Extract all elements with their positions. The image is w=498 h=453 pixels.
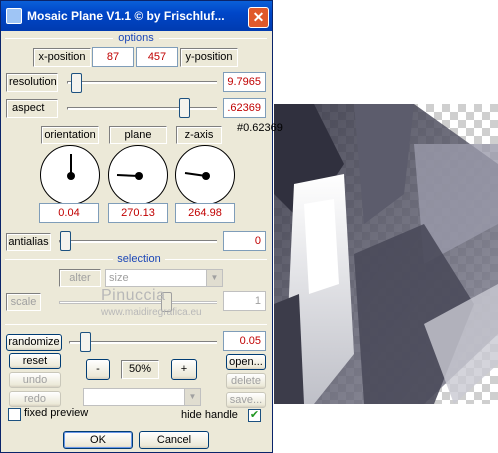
controls-divider xyxy=(5,324,267,325)
antialias-slider-track[interactable] xyxy=(59,240,217,243)
undo-button[interactable]: undo xyxy=(9,372,61,388)
ok-button[interactable]: OK xyxy=(63,431,133,449)
plane-label: plane xyxy=(109,126,167,144)
chevron-down-icon: ▼ xyxy=(184,389,200,405)
mosaic-preview-image xyxy=(274,104,498,404)
orientation-field[interactable]: 0.04 xyxy=(39,203,99,223)
selection-size-select[interactable]: size ▼ xyxy=(105,269,223,287)
x-position-label: x-position xyxy=(33,48,91,67)
aspect-slider-handle[interactable] xyxy=(179,98,190,118)
zoom-in-button[interactable]: + xyxy=(171,359,197,380)
watermark-name: Pinuccia xyxy=(101,287,166,304)
selection-size-value: size xyxy=(109,272,129,284)
watermark-url: www.maidiregrafica.eu xyxy=(101,307,202,318)
fixed-preview-checkbox[interactable] xyxy=(8,408,21,421)
hide-handle-label: hide handle xyxy=(181,409,238,421)
scale-label: scale xyxy=(6,293,41,311)
antialias-slider-handle[interactable] xyxy=(60,231,71,251)
scale-field[interactable]: 1 xyxy=(223,291,266,311)
randomize-button[interactable]: randomize xyxy=(6,334,62,351)
options-section-title: options xyxy=(113,32,159,44)
orientation-dial-needle xyxy=(67,154,75,180)
preset-select[interactable]: ▼ xyxy=(83,388,201,406)
reset-button[interactable]: reset xyxy=(9,353,61,369)
z-axis-field[interactable]: 264.98 xyxy=(175,203,235,223)
zoom-out-button[interactable]: - xyxy=(86,359,110,380)
z-axis-dial-needle xyxy=(184,172,210,180)
preview-canvas[interactable] xyxy=(274,104,498,404)
antialias-label: antialias xyxy=(6,233,51,251)
antialias-field[interactable]: 0 xyxy=(223,231,266,251)
selection-section-title: selection xyxy=(113,253,165,265)
plane-dial[interactable] xyxy=(108,145,168,205)
title-bar[interactable]: Mosaic Plane V1.1 © by Frischluf... ✕ xyxy=(1,1,272,31)
hide-handle-checkbox[interactable]: ✔ xyxy=(248,409,261,422)
aspect-field[interactable]: .62369 xyxy=(223,98,266,118)
randomize-field[interactable]: 0.05 xyxy=(223,331,266,351)
z-axis-label: z-axis xyxy=(176,126,222,144)
randomize-slider-handle[interactable] xyxy=(80,332,91,352)
fixed-preview-label: fixed preview xyxy=(24,407,89,419)
zoom-level: 50% xyxy=(121,360,159,379)
cancel-button[interactable]: Cancel xyxy=(139,431,209,449)
close-button[interactable]: ✕ xyxy=(248,7,269,28)
chevron-down-icon: ▼ xyxy=(206,270,222,286)
aspect-label: aspect xyxy=(6,99,58,118)
resolution-label: resolution xyxy=(6,73,58,92)
app-icon xyxy=(6,8,22,24)
window-title: Mosaic Plane V1.1 © by Frischluf... xyxy=(27,9,225,23)
z-axis-dial[interactable] xyxy=(175,145,235,205)
y-position-field[interactable]: 457 xyxy=(136,47,178,67)
open-button[interactable]: open... xyxy=(226,354,266,370)
delete-button[interactable]: delete xyxy=(226,373,266,389)
orientation-label: orientation xyxy=(41,126,99,144)
alter-label: alter xyxy=(59,269,101,287)
redo-button[interactable]: redo xyxy=(9,391,61,407)
save-button[interactable]: save... xyxy=(226,392,266,408)
randomize-slider-track[interactable] xyxy=(69,341,217,344)
x-position-field[interactable]: 87 xyxy=(92,47,134,67)
resolution-slider-track[interactable] xyxy=(67,81,217,84)
resolution-slider-handle[interactable] xyxy=(71,73,82,93)
aspect-tooltip: #0.62369 xyxy=(237,122,283,134)
y-position-label: y-position xyxy=(180,48,238,67)
plane-dial-needle xyxy=(116,172,143,180)
plane-field[interactable]: 270.13 xyxy=(108,203,168,223)
aspect-slider-track[interactable] xyxy=(67,107,217,110)
resolution-field[interactable]: 9.7965 xyxy=(223,72,266,92)
mosaic-plane-dialog: Mosaic Plane V1.1 © by Frischluf... ✕ op… xyxy=(0,0,283,453)
orientation-dial[interactable] xyxy=(40,145,100,205)
